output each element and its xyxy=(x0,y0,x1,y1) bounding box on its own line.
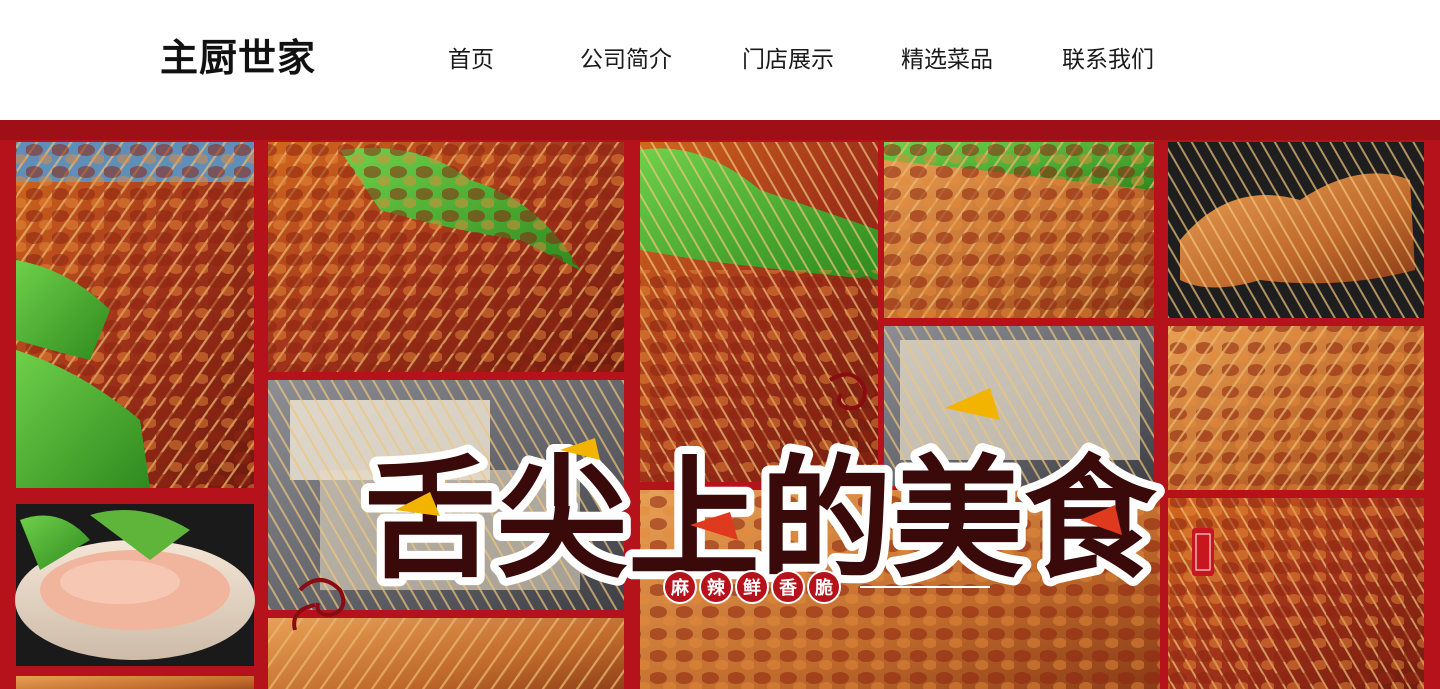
tagline-char-2: 辣 xyxy=(707,577,726,599)
photo-skewers-2 xyxy=(268,142,624,372)
photo-skewers-1 xyxy=(16,142,254,488)
photo-skewers-6 xyxy=(1168,326,1424,490)
photo-skewers-5 xyxy=(1168,142,1424,318)
site-logo[interactable]: 主厨世家 xyxy=(160,34,316,82)
nav-item-contact[interactable]: 联系我们 xyxy=(1062,40,1154,80)
site-header: 主厨世家 首页 公司简介 门店展示 精选菜品 联系我们 xyxy=(0,0,1440,120)
photo-skewers-7 xyxy=(1168,498,1424,689)
photo-skewers-4 xyxy=(884,142,1154,318)
hero-banner[interactable]: 舌尖上的美食 舌尖上的美食 麻 辣 鲜 香 脆 xyxy=(0,120,1440,689)
nav-item-home[interactable]: 首页 xyxy=(448,40,494,80)
banner-collage: 舌尖上的美食 舌尖上的美食 麻 辣 鲜 香 脆 xyxy=(0,120,1440,689)
tagline-char-5: 脆 xyxy=(814,577,833,599)
tagline-char-4: 香 xyxy=(778,578,798,599)
tagline-char-1: 麻 xyxy=(670,577,690,599)
nav-item-stores[interactable]: 门店展示 xyxy=(742,40,834,80)
seal-stamp-icon xyxy=(1192,528,1214,576)
nav-item-about[interactable]: 公司简介 xyxy=(580,40,672,80)
photo-sliced-meat-plate xyxy=(15,504,255,666)
nav-item-dishes[interactable]: 精选菜品 xyxy=(901,40,993,80)
photo-skewers-3 xyxy=(640,142,878,482)
tagline-char-3: 鲜 xyxy=(743,577,761,599)
